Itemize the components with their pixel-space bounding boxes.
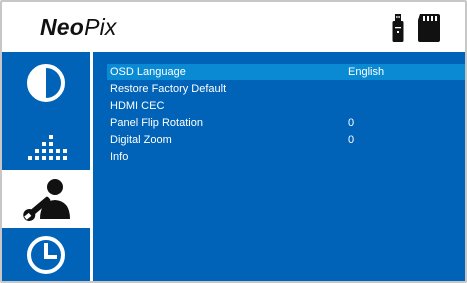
settings-menu: OSD Language English Restore Factory Def… xyxy=(93,52,465,281)
brand-logo: NeoPix xyxy=(40,13,117,41)
menu-item-value: 0 xyxy=(348,117,355,129)
brand-logo-regular: Pix xyxy=(84,14,117,40)
menu-item-label: Panel Flip Rotation xyxy=(110,117,203,129)
menu-item-label: Restore Factory Default xyxy=(110,83,227,95)
menu-item-label: OSD Language xyxy=(110,66,186,78)
osd-window: NeoPix OSD Language English Restore Fact… xyxy=(0,0,467,283)
sd-card-icon xyxy=(418,14,440,42)
tab-audio[interactable] xyxy=(2,112,90,170)
usb-drive-icon xyxy=(392,14,404,42)
menu-item-label: HDMI CEC xyxy=(110,100,165,112)
menu-item-label: Digital Zoom xyxy=(110,134,172,146)
tab-settings[interactable] xyxy=(2,170,90,228)
menu-item-osd-language[interactable]: OSD Language English xyxy=(107,64,465,80)
tab-picture[interactable] xyxy=(2,54,90,112)
menu-item-digital-zoom[interactable]: Digital Zoom 0 xyxy=(107,132,465,148)
menu-item-info[interactable]: Info xyxy=(107,149,465,165)
menu-item-hdmi-cec[interactable]: HDMI CEC xyxy=(107,98,465,114)
audio-equalizer-icon xyxy=(28,135,67,160)
menu-item-label: Info xyxy=(110,151,129,163)
tab-timer[interactable] xyxy=(2,228,90,281)
header-bar: NeoPix xyxy=(2,2,465,52)
menu-item-restore-factory-default[interactable]: Restore Factory Default xyxy=(107,81,465,97)
clock-icon xyxy=(27,236,65,274)
menu-item-value: 0 xyxy=(348,134,355,146)
picture-mode-icon xyxy=(27,64,65,102)
sidebar xyxy=(2,52,90,281)
brand-logo-bold: Neo xyxy=(40,14,85,40)
menu-item-value: English xyxy=(348,66,385,78)
settings-user-icon xyxy=(23,179,70,221)
menu-item-panel-flip-rotation[interactable]: Panel Flip Rotation 0 xyxy=(107,115,465,131)
